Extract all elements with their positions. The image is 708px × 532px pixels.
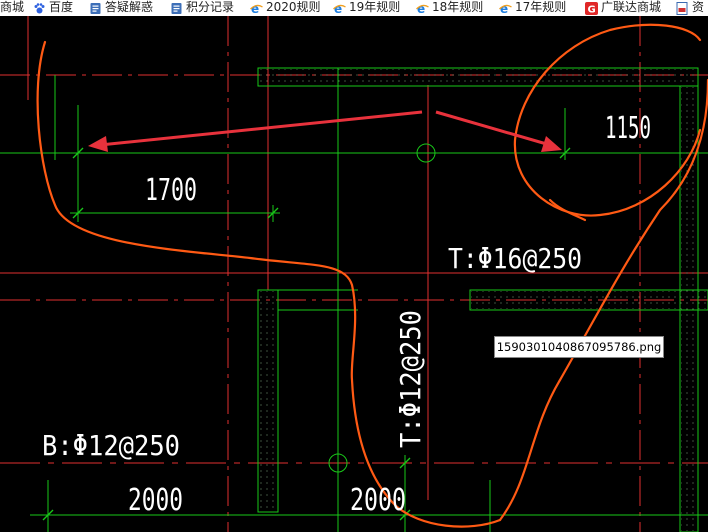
svg-text:e: e bbox=[417, 2, 425, 15]
bookmark-label: 19年规则 bbox=[349, 0, 401, 14]
ie-browser-icon: e bbox=[416, 2, 429, 15]
pdf-icon bbox=[676, 1, 688, 15]
bookmark-label: 2020规则 bbox=[266, 0, 321, 14]
dimension-2000-right: 2000 bbox=[350, 483, 406, 518]
baidu-paw-icon bbox=[34, 2, 45, 13]
dimension-2000-left: 2000 bbox=[128, 483, 183, 518]
bookmark-qa[interactable]: 答疑解惑 bbox=[89, 0, 153, 16]
filename-tooltip: 1590301040867095786.png bbox=[494, 336, 664, 358]
ie-browser-icon: e bbox=[499, 2, 512, 15]
svg-text:e: e bbox=[251, 2, 259, 15]
bookmark-19-rules[interactable]: e 19年规则 bbox=[333, 0, 400, 16]
svg-text:G: G bbox=[588, 4, 596, 15]
ie-browser-icon: e bbox=[333, 2, 346, 15]
dimension-1700: 1700 bbox=[145, 173, 197, 208]
bookmark-label: 17年规则 bbox=[515, 0, 567, 14]
document-icon bbox=[90, 2, 101, 14]
svg-text:e: e bbox=[500, 2, 508, 15]
bookmark-mall[interactable]: 商城 bbox=[0, 0, 24, 16]
bookmark-glodon-mall[interactable]: G 广联达商城 bbox=[585, 0, 661, 16]
bookmark-points[interactable]: 积分记录 bbox=[170, 0, 234, 16]
bookmarks-bar: 商城 百度 答疑解惑 积分记录 e 2020规则 e 19年规则 e 18年规则… bbox=[0, 0, 708, 16]
bookmark-label: 百度 bbox=[49, 0, 74, 14]
dimension-ticks bbox=[42, 147, 571, 521]
bookmark-label: 积分记录 bbox=[186, 0, 235, 14]
rebar-label-top-12-vertical: T:Φ12@250 bbox=[394, 310, 427, 448]
cad-drawing-canvas[interactable]: 1700 1150 2000 2000 T:Φ16@250 B:Φ12@250 … bbox=[0, 0, 708, 532]
bookmark-17-rules[interactable]: e 17年规则 bbox=[499, 0, 566, 16]
red-arrows bbox=[88, 110, 562, 152]
bookmark-pdf[interactable]: 资 bbox=[676, 0, 704, 16]
rebar-label-top-16: T:Φ16@250 bbox=[448, 242, 582, 275]
glodon-g-icon: G bbox=[585, 1, 598, 15]
bookmark-label: 商城 bbox=[0, 0, 25, 14]
bookmark-baidu[interactable]: 百度 bbox=[33, 0, 73, 16]
document-icon bbox=[171, 2, 182, 14]
ie-browser-icon: e bbox=[250, 2, 263, 15]
bookmark-label: 广联达商城 bbox=[601, 0, 662, 14]
svg-text:e: e bbox=[334, 2, 342, 15]
bookmark-label: 18年规则 bbox=[432, 0, 484, 14]
bookmark-label: 答疑解惑 bbox=[105, 0, 154, 14]
rebar-label-bottom-12: B:Φ12@250 bbox=[42, 429, 180, 462]
bookmark-2020-rules[interactable]: e 2020规则 bbox=[250, 0, 321, 16]
bookmark-18-rules[interactable]: e 18年规则 bbox=[416, 0, 483, 16]
dimension-1150: 1150 bbox=[605, 111, 651, 146]
bookmark-label: 资 bbox=[692, 0, 705, 14]
